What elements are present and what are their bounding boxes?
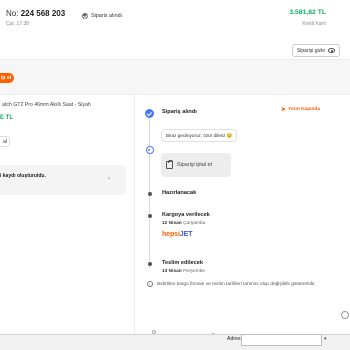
step-title-received: Sipariş alındı [162, 109, 197, 115]
delay-message: Biraz gecikiyoruz, özür dileriz 😊 [161, 129, 238, 142]
product-name[interactable]: atch GT2 Pro 46mm Akıllı Saat - Siyah [2, 102, 91, 108]
hide-order-button[interactable]: Siparişi gizle [291, 44, 340, 57]
record-text: i kaydı oluşturuldu. [0, 173, 46, 179]
step-dot [147, 262, 152, 266]
fast-delivery-badge: ➤ Yarın Kapında [281, 106, 320, 113]
section-band [0, 60, 350, 94]
cancel-order-label: Siparişi iptal et [177, 162, 213, 168]
details-button-label: Siparişi gizle [296, 47, 325, 54]
address-input[interactable] [241, 334, 322, 346]
chevron-down-icon[interactable]: ▾ [324, 336, 327, 342]
fast-delivery-icon: ➤ [281, 107, 287, 113]
bag-icon [166, 159, 174, 169]
step-dot [147, 192, 152, 196]
action-chip[interactable]: al [0, 136, 10, 147]
check-circle-icon [82, 13, 88, 19]
carrier-logo: hepsiJET [162, 231, 193, 238]
order-number: No: 224 568 203 [6, 9, 66, 18]
step-title-preparing: Hazırlanacak [162, 190, 197, 196]
help-icon[interactable] [341, 311, 349, 319]
step-title-shipping: Kargoya verilecek [162, 212, 210, 218]
address-label: Adres [227, 336, 241, 342]
order-status: Siparis alındı [82, 13, 122, 19]
step-date-delivery: 13 Nisan Perşembe [162, 269, 205, 274]
payment-method: Kredi Kartı [302, 21, 326, 27]
fast-delivery-label: Yarın Kapında [288, 107, 321, 112]
step-date-shipping: 12 Nisan Çarşamba [162, 221, 206, 226]
cancel-order-button[interactable]: Siparişi iptal et [161, 153, 231, 177]
eye-icon [328, 48, 335, 53]
panel-divider [134, 94, 135, 334]
order-date: Çar, 17:38 [6, 21, 30, 27]
chevron-right-icon: › [108, 176, 110, 182]
order-status-label: Siparis alındı [91, 13, 123, 19]
product-price: E TL [0, 115, 13, 121]
delivery-disclaimer: Belirtilen kargo firması ve teslim tarih… [157, 282, 316, 287]
step-title-delivery: Teslim edilecek [162, 260, 203, 266]
info-icon: i [147, 281, 153, 287]
current-step-icon [145, 146, 154, 154]
check-icon [145, 109, 154, 118]
rate-tag[interactable]: ip et [0, 73, 15, 83]
order-total: 3.581,82 TL [289, 9, 326, 16]
step-dot [147, 214, 152, 218]
